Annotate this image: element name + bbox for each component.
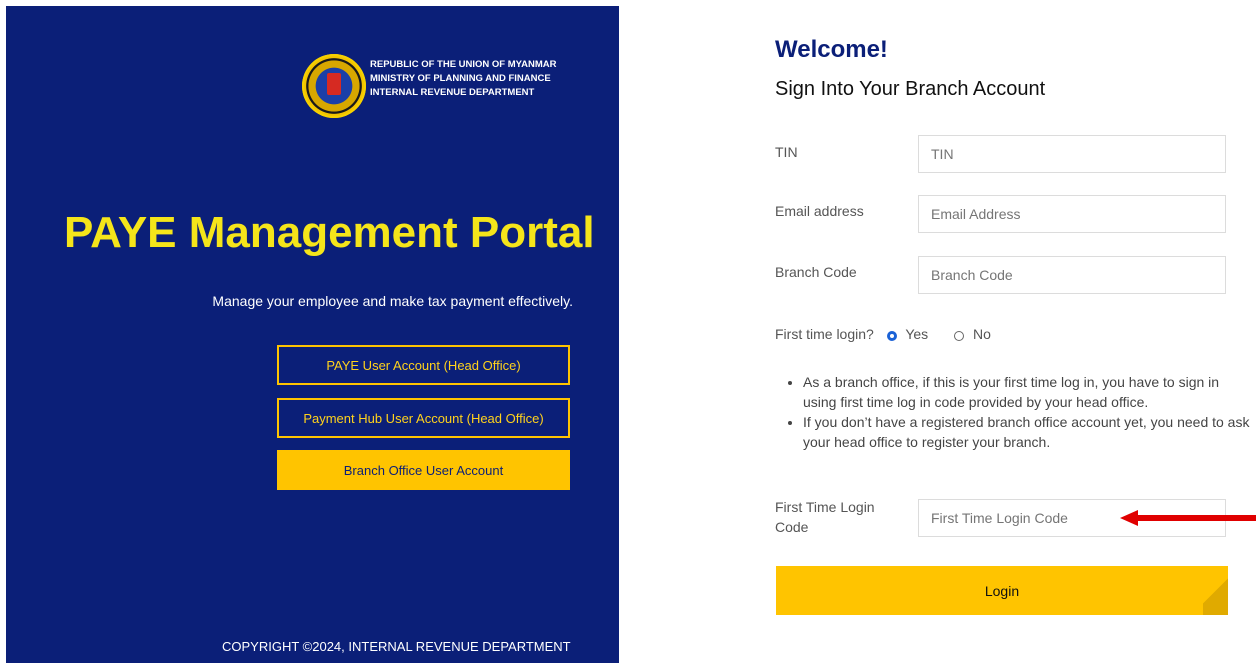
yes-label: Yes [905,326,929,342]
login-button[interactable]: Login [776,566,1228,615]
branch-code-label: Branch Code [775,264,857,280]
email-label: Email address [775,203,864,219]
portal-title: PAYE Management Portal [64,208,595,257]
no-label: No [972,326,991,342]
tin-input[interactable] [918,135,1226,173]
emblem-line-2: MINISTRY OF PLANNING AND FINANCE [370,73,551,84]
portal-subtitle: Manage your employee and make tax paymen… [212,293,573,309]
note-item: If you don’t have a registered branch of… [803,412,1255,452]
sign-in-heading: Sign Into Your Branch Account [775,78,1046,100]
red-arrow-indicator-icon [1120,510,1256,526]
email-input[interactable] [918,195,1226,233]
login-form: Welcome! Sign Into Your Branch Account T… [775,0,1249,663]
no-radio[interactable] [954,330,965,341]
first-time-login-code-label: First Time Login Code [775,499,875,535]
branch-login-notes: As a branch office, if this is your firs… [775,372,1255,452]
note-item: As a branch office, if this is your firs… [803,372,1255,412]
department-name: REPUBLIC OF THE UNION OF MYANMAR MINISTR… [370,58,556,100]
ird-emblem-icon [302,54,366,118]
tin-label: TIN [775,144,798,160]
yes-radio[interactable] [886,330,897,341]
first-time-login-row: First time login? Yes No [775,326,991,342]
copyright-text: COPYRIGHT ©2024, INTERNAL REVENUE DEPART… [222,639,571,654]
paye-user-account-button[interactable]: PAYE User Account (Head Office) [277,345,570,385]
left-panel: REPUBLIC OF THE UNION OF MYANMAR MINISTR… [6,6,619,663]
welcome-heading: Welcome! [775,36,888,63]
branch-office-user-account-button[interactable]: Branch Office User Account [277,450,570,490]
emblem-line-1: REPUBLIC OF THE UNION OF MYANMAR [370,59,557,70]
payment-hub-user-account-button[interactable]: Payment Hub User Account (Head Office) [277,398,570,438]
first-time-login-question: First time login? [775,326,874,342]
emblem-line-3: INTERNAL REVENUE DEPARTMENT [370,87,535,98]
branch-code-input[interactable] [918,256,1226,294]
